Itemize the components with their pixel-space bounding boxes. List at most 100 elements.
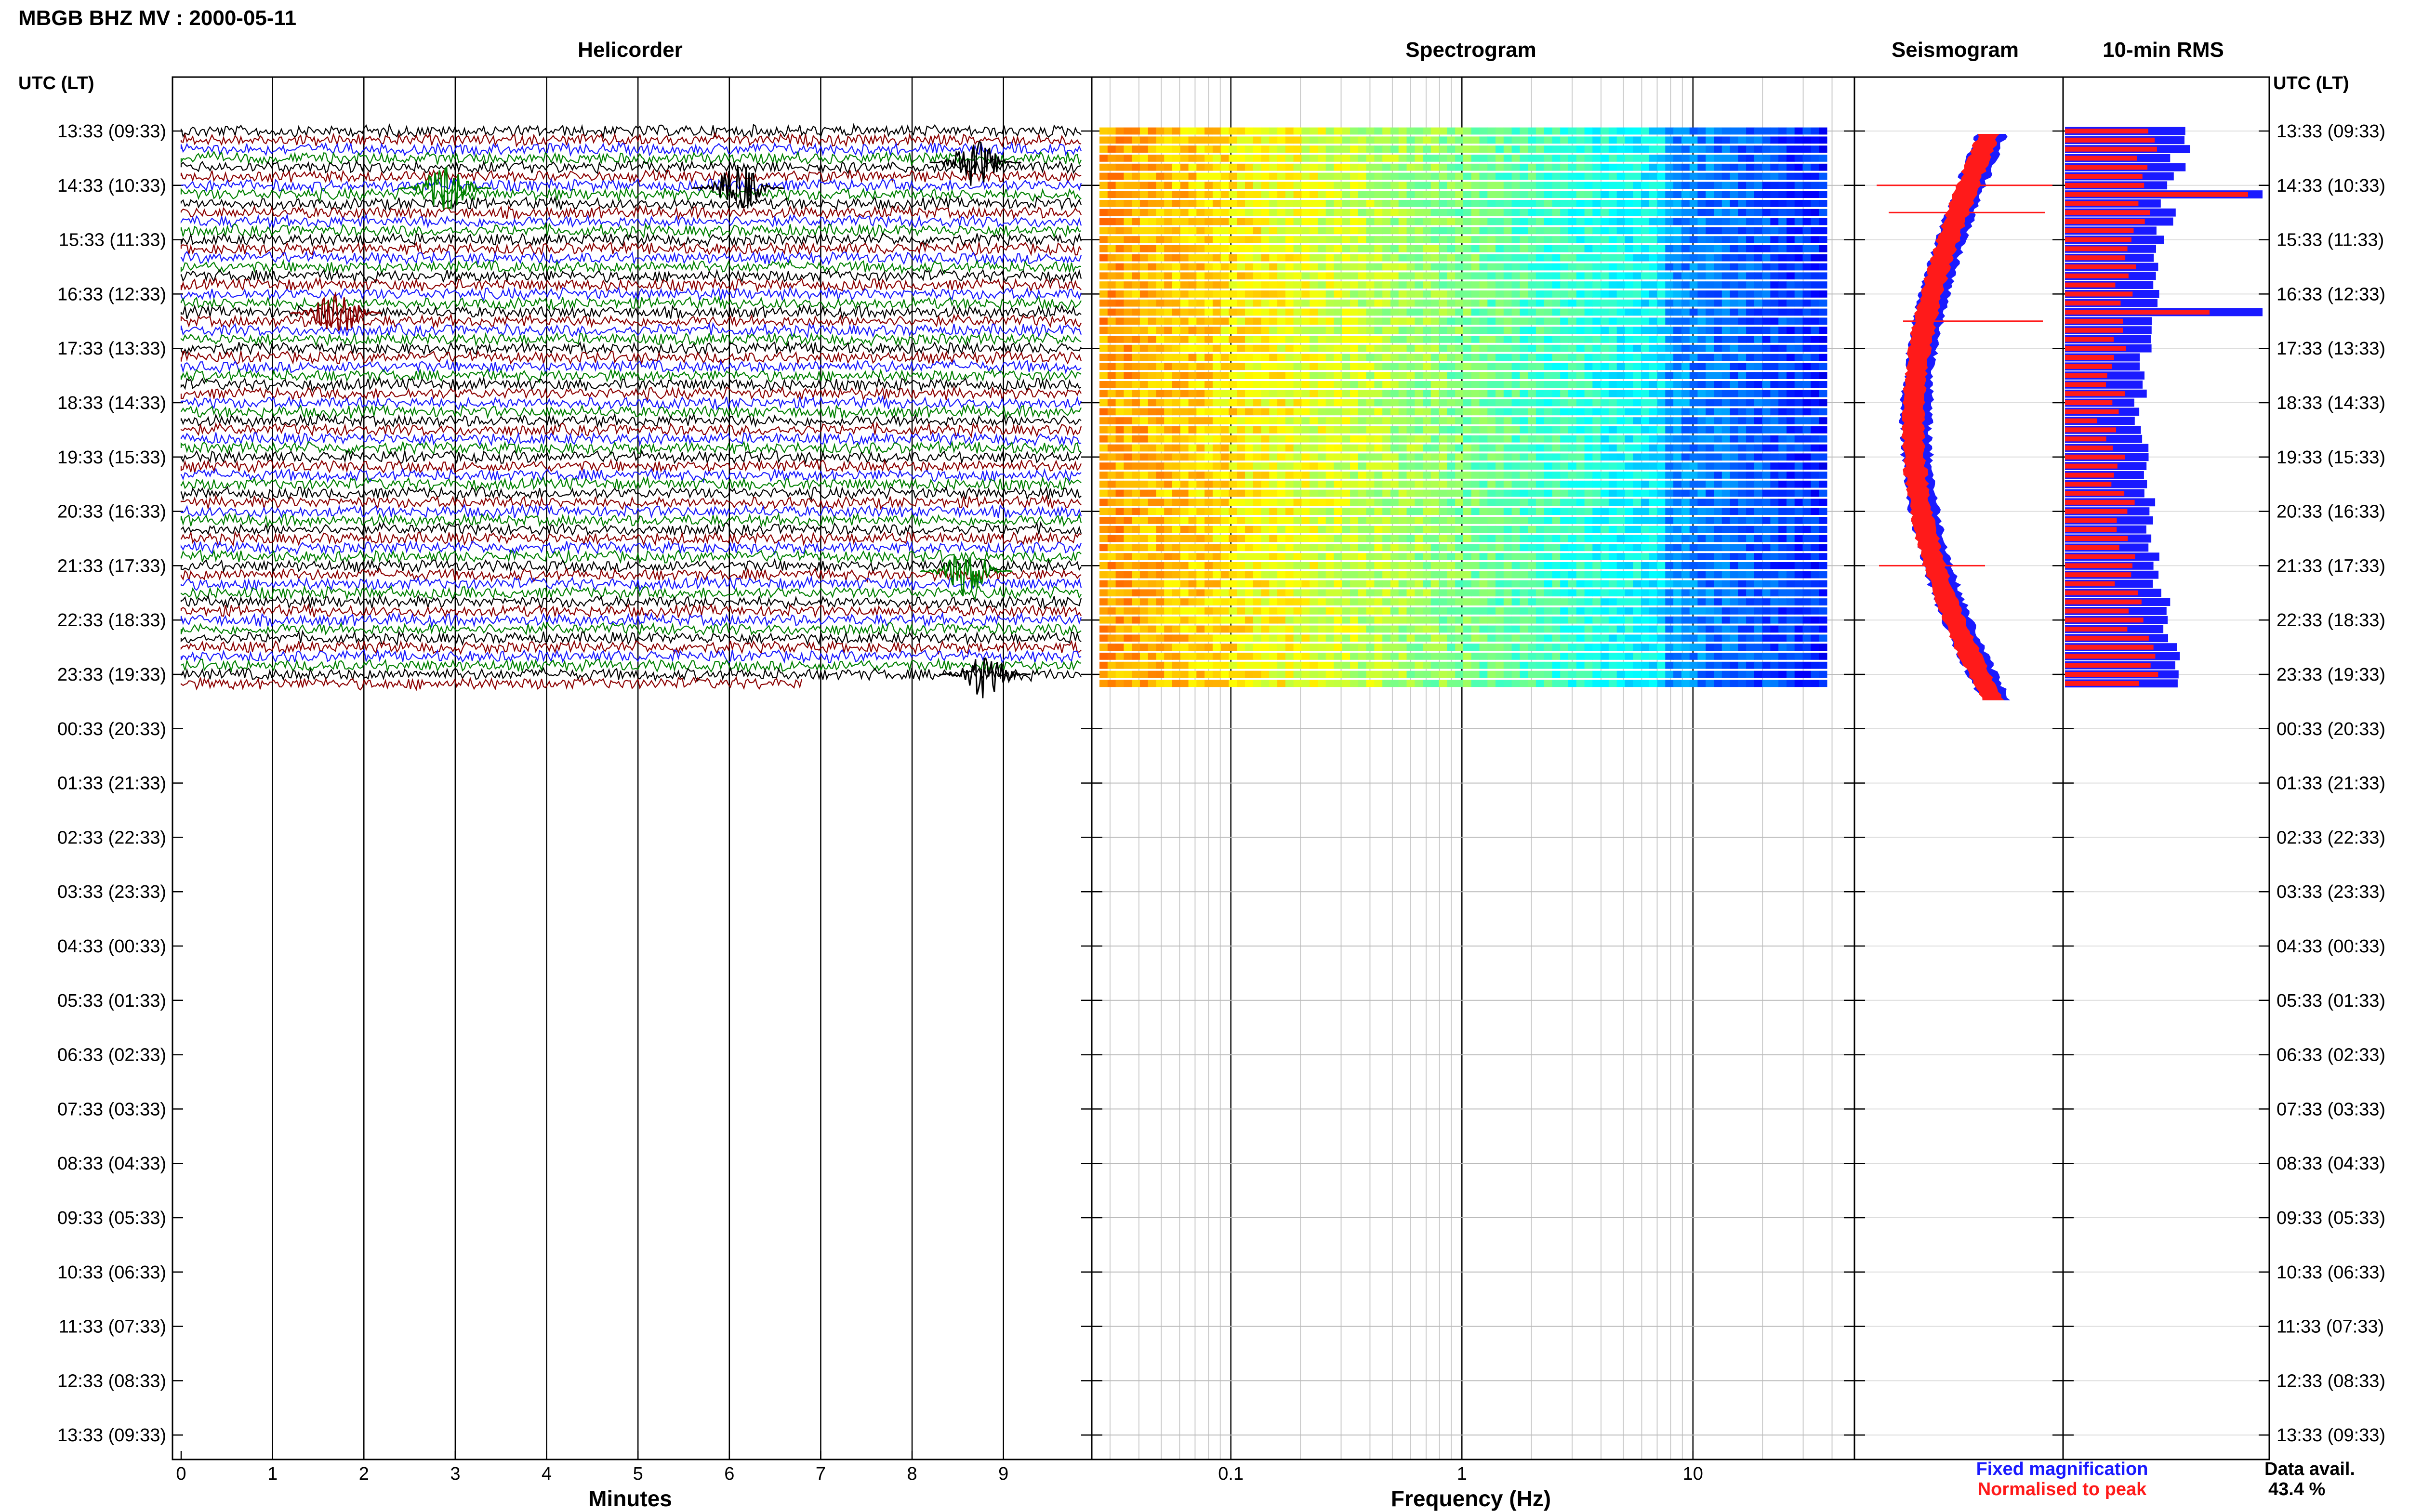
spectrogram-cell <box>1310 553 1318 560</box>
spectrogram-cell <box>1811 272 1819 280</box>
spectrogram-cell <box>1787 290 1795 298</box>
spectrogram-cell <box>1819 472 1827 479</box>
spectrogram-cell <box>1310 200 1318 207</box>
spectrogram-cell <box>1455 200 1464 207</box>
spectrogram-cell <box>1285 499 1294 506</box>
spectrogram-cell <box>1382 354 1391 361</box>
spectrogram-cell <box>1592 417 1601 424</box>
spectrogram-cell <box>1721 435 1731 443</box>
spectrogram-cell <box>1366 344 1375 352</box>
spectrogram-cell <box>1802 453 1811 461</box>
spectrogram-cell <box>1342 408 1350 416</box>
spectrogram-cell <box>1496 182 1504 189</box>
spectrogram-cell <box>1237 236 1245 243</box>
spectrogram-cell <box>1520 127 1528 135</box>
helicorder-xtick-label: 4 <box>542 1464 552 1484</box>
spectrogram-cell <box>1819 354 1827 361</box>
spectrogram-cell <box>1673 254 1682 262</box>
spectrogram-cell <box>1139 191 1149 198</box>
spectrogram-cell <box>1762 390 1771 397</box>
spectrogram-cell <box>1172 136 1181 144</box>
spectrogram-cell <box>1721 290 1731 298</box>
spectrogram-cell <box>1172 453 1181 461</box>
spectrogram-cell <box>1535 290 1545 298</box>
spectrogram-cell <box>1447 336 1456 343</box>
spectrogram-cell <box>1269 562 1278 569</box>
spectrogram-cell <box>1511 290 1520 298</box>
spectrogram-cell <box>1552 544 1561 552</box>
spectrogram-cell <box>1601 209 1609 216</box>
spectrogram-cell <box>1528 571 1536 579</box>
spectrogram-cell <box>1439 155 1447 162</box>
spectrogram-cell <box>1568 390 1577 397</box>
spectrogram-cell <box>1188 426 1197 434</box>
spectrogram-cell <box>1261 218 1270 225</box>
spectrogram-cell <box>1479 245 1488 252</box>
spectrogram-cell <box>1188 381 1197 388</box>
spectrogram-cell <box>1471 472 1480 479</box>
spectrogram-cell <box>1681 381 1690 388</box>
helicorder-trace <box>180 122 1082 139</box>
spectrogram-cell <box>1374 227 1383 235</box>
spectrogram-cell <box>1318 535 1326 542</box>
spectrogram-cell <box>1689 155 1698 162</box>
spectrogram-cell <box>1665 535 1674 542</box>
spectrogram-cell <box>1592 363 1601 370</box>
spectrogram-cell <box>1697 435 1706 443</box>
spectrogram-cell <box>1229 127 1237 135</box>
spectrogram-cell <box>1188 444 1197 452</box>
spectrogram-cell <box>1220 272 1230 280</box>
spectrogram-cell <box>1649 245 1658 252</box>
spectrogram-cell <box>1673 308 1682 316</box>
spectrogram-cell <box>1293 508 1302 515</box>
spectrogram-cell <box>1592 172 1601 180</box>
spectrogram-cell <box>1430 145 1440 153</box>
spectrogram-cell <box>1535 254 1545 262</box>
spectrogram-cell <box>1390 453 1399 461</box>
spectrogram-cell <box>1802 281 1811 289</box>
spectrogram-cell <box>1196 200 1205 207</box>
helicorder-trace <box>180 440 1081 456</box>
spectrogram-cell <box>1568 426 1577 434</box>
spectrogram-cell <box>1172 580 1181 588</box>
spectrogram-cell <box>1528 145 1536 153</box>
spectrogram-cell <box>1802 363 1811 370</box>
spectrogram-cell <box>1164 472 1173 479</box>
spectrogram-cell <box>1641 408 1650 416</box>
spectrogram-cell <box>1487 218 1496 225</box>
spectrogram-cell <box>1196 381 1205 388</box>
spectrogram-cell <box>1689 163 1698 171</box>
spectrogram-cell <box>1439 535 1447 542</box>
spectrogram-cell <box>1649 562 1658 569</box>
spectrogram-cell <box>1156 408 1165 416</box>
spectrogram-cell <box>1657 218 1666 225</box>
spectrogram-cell <box>1132 209 1140 216</box>
spectrogram-cell <box>1714 372 1722 379</box>
spectrogram-cell <box>1479 426 1488 434</box>
spectrogram-cell <box>1390 155 1399 162</box>
spectrogram-cell <box>1528 372 1536 379</box>
spectrogram-cell <box>1616 372 1626 379</box>
spectrogram-cell <box>1099 136 1108 144</box>
spectrogram-cell <box>1552 354 1561 361</box>
spectrogram-cell <box>1511 535 1520 542</box>
spectrogram-cell <box>1762 408 1771 416</box>
helicorder-xtick-label: 2 <box>359 1464 369 1484</box>
spectrogram-cell <box>1245 344 1254 352</box>
spectrogram-cell <box>1212 354 1221 361</box>
spectrogram-cell <box>1277 155 1286 162</box>
spectrogram-cell <box>1592 155 1601 162</box>
spectrogram-cell <box>1406 308 1415 316</box>
spectrogram-cell <box>1633 363 1641 370</box>
spectrogram-cell <box>1390 127 1399 135</box>
spectrogram-cell <box>1625 562 1633 569</box>
spectrogram-cell <box>1503 272 1512 280</box>
spectrogram-cell <box>1706 426 1714 434</box>
spectrogram-cell <box>1576 299 1585 307</box>
spectrogram-cell <box>1471 245 1480 252</box>
spectrogram-cell <box>1503 390 1512 397</box>
spectrogram-cell <box>1310 426 1318 434</box>
spectrogram-cell <box>1447 372 1456 379</box>
spectrogram-cell <box>1172 163 1181 171</box>
spectrogram-cell <box>1366 281 1375 289</box>
